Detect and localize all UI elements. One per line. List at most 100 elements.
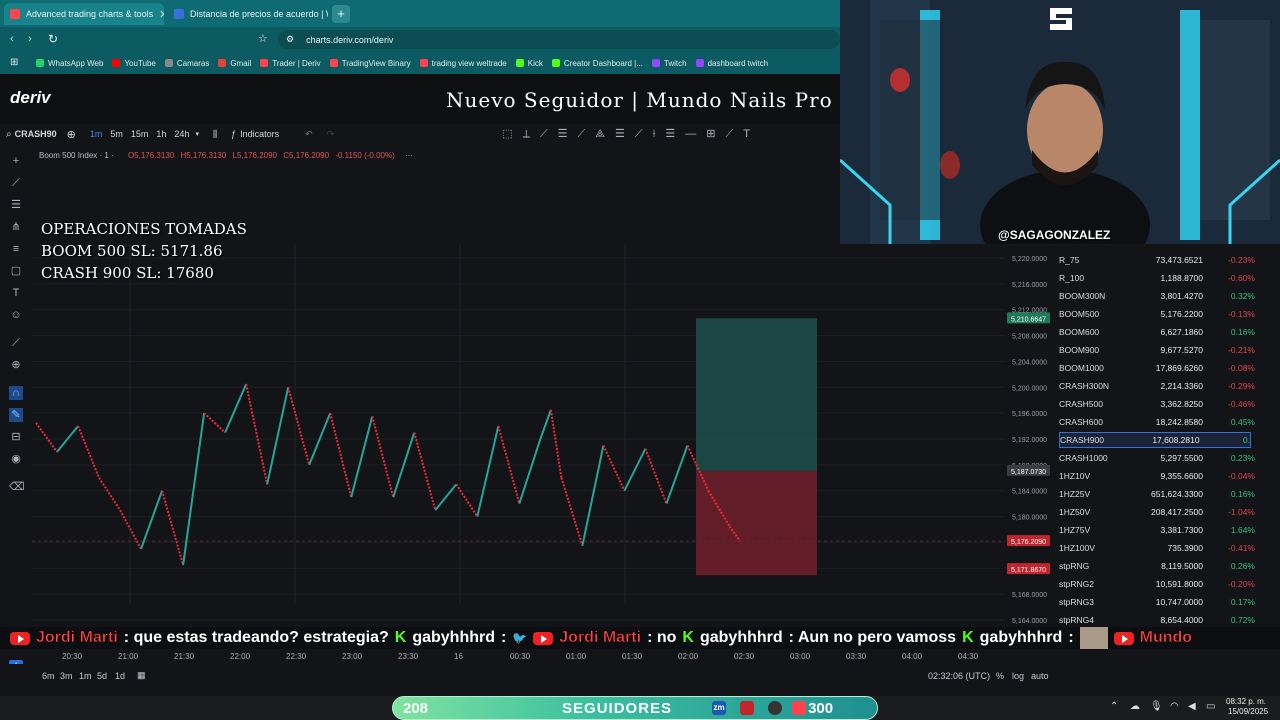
watchlist-row[interactable]: 1HZ10V 9,355.6600 -0.04% <box>1059 468 1255 484</box>
undo-icon[interactable]: ↶ <box>305 129 313 140</box>
indicators-button[interactable]: Indicators <box>240 129 279 139</box>
symbol-search[interactable]: CRASH90 <box>15 129 57 139</box>
tray-chevron-icon[interactable]: ⌃ <box>1110 701 1118 712</box>
watchlist-row[interactable]: R_75 73,473.6521 -0.23% <box>1059 252 1255 268</box>
watchlist-symbol: BOOM900 <box>1059 345 1100 355</box>
bookmark-youtube[interactable]: YouTube <box>112 59 156 68</box>
back-icon[interactable]: ‹ <box>10 33 14 45</box>
tray-apps-icon[interactable]: ☁ <box>1130 701 1140 712</box>
taskbar-time[interactable]: 08:32 p. m. <box>1226 697 1266 706</box>
watchlist-row[interactable]: BOOM1000 17,869.6260 -0.08% <box>1059 360 1255 376</box>
range-3m[interactable]: 3m <box>60 671 73 681</box>
chevron-down-icon[interactable]: ▾ <box>195 130 199 138</box>
apps-grid-icon[interactable]: ⊞ <box>10 57 18 68</box>
drawing-tools-row[interactable]: ⬚⟂⟋☰⟋⟁☰⟋⟊☰—⊞⟋T <box>502 127 760 141</box>
bookmark-camaras[interactable]: Camaras <box>164 59 209 68</box>
x-tick-label: 23:00 <box>342 652 363 661</box>
watchlist-row[interactable]: stpRNG2 10,591.8000 -0.20% <box>1059 576 1255 592</box>
search-icon[interactable]: ⌕ <box>6 129 12 140</box>
take-profit-zone <box>696 318 817 471</box>
indicators-icon[interactable]: ƒ <box>231 129 236 139</box>
tab-distancia[interactable]: Distancia de precios de acuerdo | W <box>168 3 328 25</box>
timeframe-1m[interactable]: 1m <box>90 129 103 139</box>
watchlist-row[interactable]: 1HZ75V 3,381.7300 1.64% <box>1059 522 1255 538</box>
range-6m[interactable]: 6m <box>42 671 55 681</box>
kick-icon <box>515 59 524 67</box>
bookmark-kick[interactable]: Kick <box>515 59 543 68</box>
close-tab-icon[interactable]: ✕ <box>159 8 164 21</box>
scale-log[interactable]: log <box>1012 671 1024 681</box>
timeframe-5m[interactable]: 5m <box>110 129 123 139</box>
timeframe-24h[interactable]: 24h <box>174 129 189 139</box>
bookmark-whatsapp[interactable]: WhatsApp Web <box>36 59 103 68</box>
new-tab-button[interactable]: + <box>332 5 350 23</box>
watchlist-symbol: BOOM500 <box>1059 309 1100 319</box>
entry-price-label: 5,187.0730 <box>1011 469 1046 476</box>
bookmark-star-icon[interactable]: ☆ <box>258 32 268 45</box>
bookmark-creator-dashboard[interactable]: Creator Dashboard |... <box>551 59 643 68</box>
bookmark-tradingview-binary[interactable]: TradingView Binary <box>329 59 411 68</box>
deriv-logo[interactable]: deriv <box>10 88 51 108</box>
watchlist-panel: R_75 73,473.6521 -0.23% R_100 1,188.8700 -0.6… <box>1055 244 1280 660</box>
volume-icon[interactable]: ◀ <box>1188 701 1196 712</box>
forward-icon[interactable]: › <box>28 33 32 45</box>
scale-auto[interactable]: auto <box>1031 671 1049 681</box>
watchlist-change: 0.45% <box>1230 417 1255 427</box>
utc-clock[interactable]: 02:32:06 (UTC) <box>928 671 990 681</box>
reload-icon[interactable]: ↻ <box>48 32 58 46</box>
timeframe-1h[interactable]: 1h <box>156 129 166 139</box>
range-1m[interactable]: 1m <box>79 671 92 681</box>
scale-percent[interactable]: % <box>996 671 1004 681</box>
range-1d[interactable]: 1d <box>115 671 125 681</box>
site-info-icon[interactable]: ⚙ <box>286 34 294 45</box>
bookmark-dashboard-twitch[interactable]: dashboard twitch <box>695 59 768 68</box>
battery-icon[interactable]: ▭ <box>1206 701 1215 712</box>
price-segment <box>266 387 290 485</box>
watchlist-price: 10,747.0000 <box>1155 597 1203 607</box>
calendar-icon[interactable]: ▦ <box>137 670 146 681</box>
bookmark-twitch[interactable]: Twitch <box>651 59 687 68</box>
watchlist-change: 0. <box>1242 435 1250 445</box>
x-tick-label: 20:30 <box>62 652 83 661</box>
watchlist-row[interactable]: stpRNG3 10,747.0000 0.17% <box>1059 594 1255 610</box>
chat-emote-image <box>1079 627 1108 649</box>
microphone-icon[interactable]: 🎙 <box>1150 701 1163 712</box>
redo-icon[interactable]: ↷ <box>327 129 335 140</box>
watchlist-row[interactable]: BOOM300N 3,801.4270 0.32% <box>1059 288 1255 304</box>
x-tick-label: 21:30 <box>174 652 195 661</box>
watchlist-row[interactable]: 1HZ25V 651,624.3300 0.16% <box>1059 486 1255 502</box>
range-5d[interactable]: 5d <box>97 671 107 681</box>
watchlist-row[interactable]: 1HZ50V 208,417.2500 -1.04% <box>1059 504 1255 520</box>
deriv-app-icon <box>792 701 807 715</box>
add-symbol-icon[interactable]: ⊕ <box>67 128 76 141</box>
watchlist-row[interactable]: BOOM600 6,627.1860 0.16% <box>1059 324 1255 340</box>
x-tick-label: 22:00 <box>230 652 251 661</box>
timeframe-15m[interactable]: 15m <box>131 129 149 139</box>
watchlist-price: 5,176.2200 <box>1160 309 1203 319</box>
watchlist-row[interactable]: CRASH300N 2,214.3360 -0.29% <box>1059 378 1255 394</box>
watchlist-row[interactable]: BOOM900 9,677.5270 -0.21% <box>1059 342 1255 358</box>
x-tick-label: 22:30 <box>286 652 307 661</box>
watchlist-row[interactable]: stpRNG4 8,654.4000 0.72% <box>1059 612 1255 628</box>
doc-favicon-icon <box>174 9 184 19</box>
watchlist-row[interactable]: CRASH500 3,362.8250 -0.46% <box>1059 396 1255 412</box>
price-segment <box>434 483 458 511</box>
watchlist-row[interactable]: R_100 1,188.8700 -0.60% <box>1059 270 1255 286</box>
url-field[interactable]: ⚙ charts.deriv.com/deriv <box>278 30 840 49</box>
tab-deriv-charts[interactable]: Advanced trading charts & tools ✕ <box>4 3 164 25</box>
followers-count: 208 <box>403 699 429 717</box>
follower-goal-bar: 208 SEGUIDORES zm 300 <box>392 696 878 720</box>
chart-type-icon[interactable]: ⫼ <box>213 129 217 140</box>
watchlist-row[interactable]: 1HZ100V 735.3900 -0.41% <box>1059 540 1255 556</box>
wifi-icon[interactable]: ◠ <box>1170 701 1179 712</box>
watchlist-row[interactable]: CRASH600 18,242.8580 0.45% <box>1059 414 1255 430</box>
watchlist-row[interactable]: BOOM500 5,176.2200 -0.13% <box>1059 306 1255 322</box>
more-dots-icon[interactable]: ··· <box>405 151 413 160</box>
watchlist-row[interactable]: CRASH900 17,608.2810 0. <box>1059 432 1251 448</box>
bookmark-trader-deriv[interactable]: Trader | Deriv <box>260 59 321 68</box>
bookmark-gmail[interactable]: Gmail <box>218 59 251 68</box>
watchlist-row[interactable]: stpRNG 8,119.5000 0.26% <box>1059 558 1255 574</box>
bookmark-tradingview-weltrade[interactable]: trading view weltrade <box>419 59 507 68</box>
watchlist-row[interactable]: CRASH1000 5,297.5500 0.23% <box>1059 450 1255 466</box>
taskbar-date[interactable]: 15/09/2025 <box>1228 707 1268 716</box>
